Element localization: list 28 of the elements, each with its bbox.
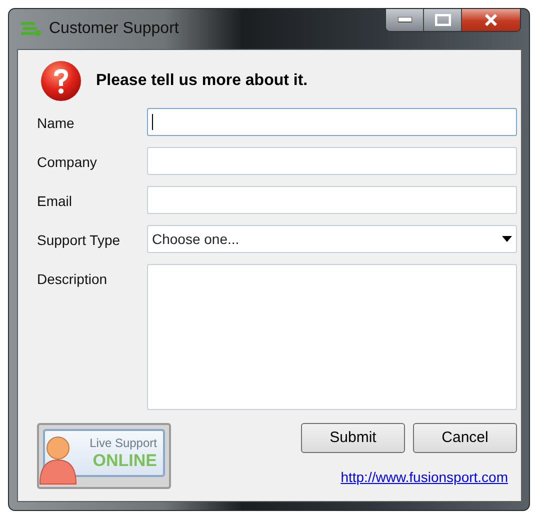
maximize-button[interactable] (424, 9, 462, 31)
close-icon (484, 14, 498, 26)
field-label: Support Type (37, 231, 122, 250)
help-icon (40, 60, 82, 102)
live-support-badge[interactable]: Live Support ONLINE (37, 423, 171, 489)
minimize-icon (398, 17, 412, 23)
dialog-heading: Please tell us more about it. (96, 71, 308, 91)
website-link[interactable]: http://www.fusionsport.com (340, 467, 508, 488)
field-label: Company (37, 153, 98, 172)
caret-icon (502, 236, 512, 242)
field-label: Description (37, 270, 108, 289)
input-field[interactable] (147, 147, 517, 175)
window-title: Customer Support (49, 19, 179, 39)
live-support-label: Live Support (90, 435, 157, 452)
description-field[interactable] (147, 264, 517, 410)
field-label: Name (37, 114, 76, 133)
input-field[interactable] (147, 186, 517, 214)
input-field[interactable] (147, 108, 517, 136)
dialog-button[interactable]: Cancel (413, 423, 517, 453)
field-label: Email (37, 192, 74, 211)
online-status-label: ONLINE (92, 452, 157, 469)
person-icon (39, 434, 77, 486)
support-type-dropdown[interactable]: Choose one... (147, 225, 517, 253)
app-icon (21, 21, 41, 37)
dialog-button[interactable]: Submit (301, 423, 405, 453)
minimize-button[interactable] (386, 9, 424, 31)
maximize-icon (434, 14, 450, 26)
close-button[interactable] (462, 9, 520, 31)
